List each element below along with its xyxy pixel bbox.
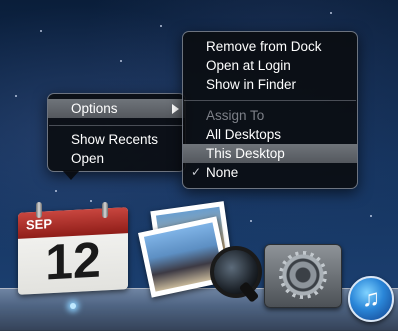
menu-separator <box>184 100 356 101</box>
calendar-month: SEP <box>26 216 53 233</box>
star <box>120 60 122 62</box>
all-desktops-item[interactable]: All Desktops <box>183 125 357 144</box>
system-preferences-icon[interactable] <box>264 244 342 308</box>
submenu-arrow-icon <box>172 104 179 114</box>
menu-pointer <box>62 170 80 180</box>
itunes-icon[interactable]: ♫ <box>348 276 394 322</box>
options-submenu: Remove from Dock Open at Login Show in F… <box>182 31 358 189</box>
preview-icon[interactable] <box>138 201 266 303</box>
assign-to-header: Assign To <box>183 106 357 125</box>
remove-from-dock-label: Remove from Dock <box>206 39 322 54</box>
star <box>55 190 57 192</box>
assign-to-label: Assign To <box>206 108 265 123</box>
star <box>40 30 42 32</box>
gear-icon <box>279 251 327 299</box>
star <box>15 95 17 97</box>
none-label: None <box>206 165 239 180</box>
options-label: Options <box>71 101 118 116</box>
this-desktop-label: This Desktop <box>206 146 285 161</box>
star <box>370 215 372 217</box>
this-desktop-item[interactable]: This Desktop <box>183 144 357 163</box>
none-item[interactable]: ✓ None <box>183 163 357 182</box>
options-menu-item[interactable]: Options <box>48 99 185 118</box>
calendar-ring <box>36 202 42 218</box>
menu-separator <box>49 125 184 126</box>
show-in-finder-label: Show in Finder <box>206 77 297 92</box>
star <box>90 200 92 202</box>
calendar-page: SEP 12 <box>18 207 128 295</box>
all-desktops-label: All Desktops <box>206 127 282 142</box>
open-label: Open <box>71 151 105 166</box>
remove-from-dock-item[interactable]: Remove from Dock <box>183 37 357 56</box>
dock-context-menu: Options Show Recents Open <box>47 93 186 172</box>
show-in-finder-item[interactable]: Show in Finder <box>183 75 357 94</box>
star <box>330 12 332 14</box>
calendar-day: 12 <box>45 231 101 291</box>
calendar-icon[interactable]: SEP 12 <box>18 202 128 295</box>
open-at-login-label: Open at Login <box>206 58 291 73</box>
show-recents-label: Show Recents <box>71 132 159 147</box>
calendar-ring <box>102 202 108 218</box>
show-recents-menu-item[interactable]: Show Recents <box>48 130 185 149</box>
checkmark-icon: ✓ <box>191 165 202 179</box>
star <box>160 25 162 27</box>
open-menu-item[interactable]: Open <box>48 149 185 168</box>
running-indicator <box>70 303 76 309</box>
open-at-login-item[interactable]: Open at Login <box>183 56 357 75</box>
music-note-icon: ♫ <box>362 285 380 312</box>
